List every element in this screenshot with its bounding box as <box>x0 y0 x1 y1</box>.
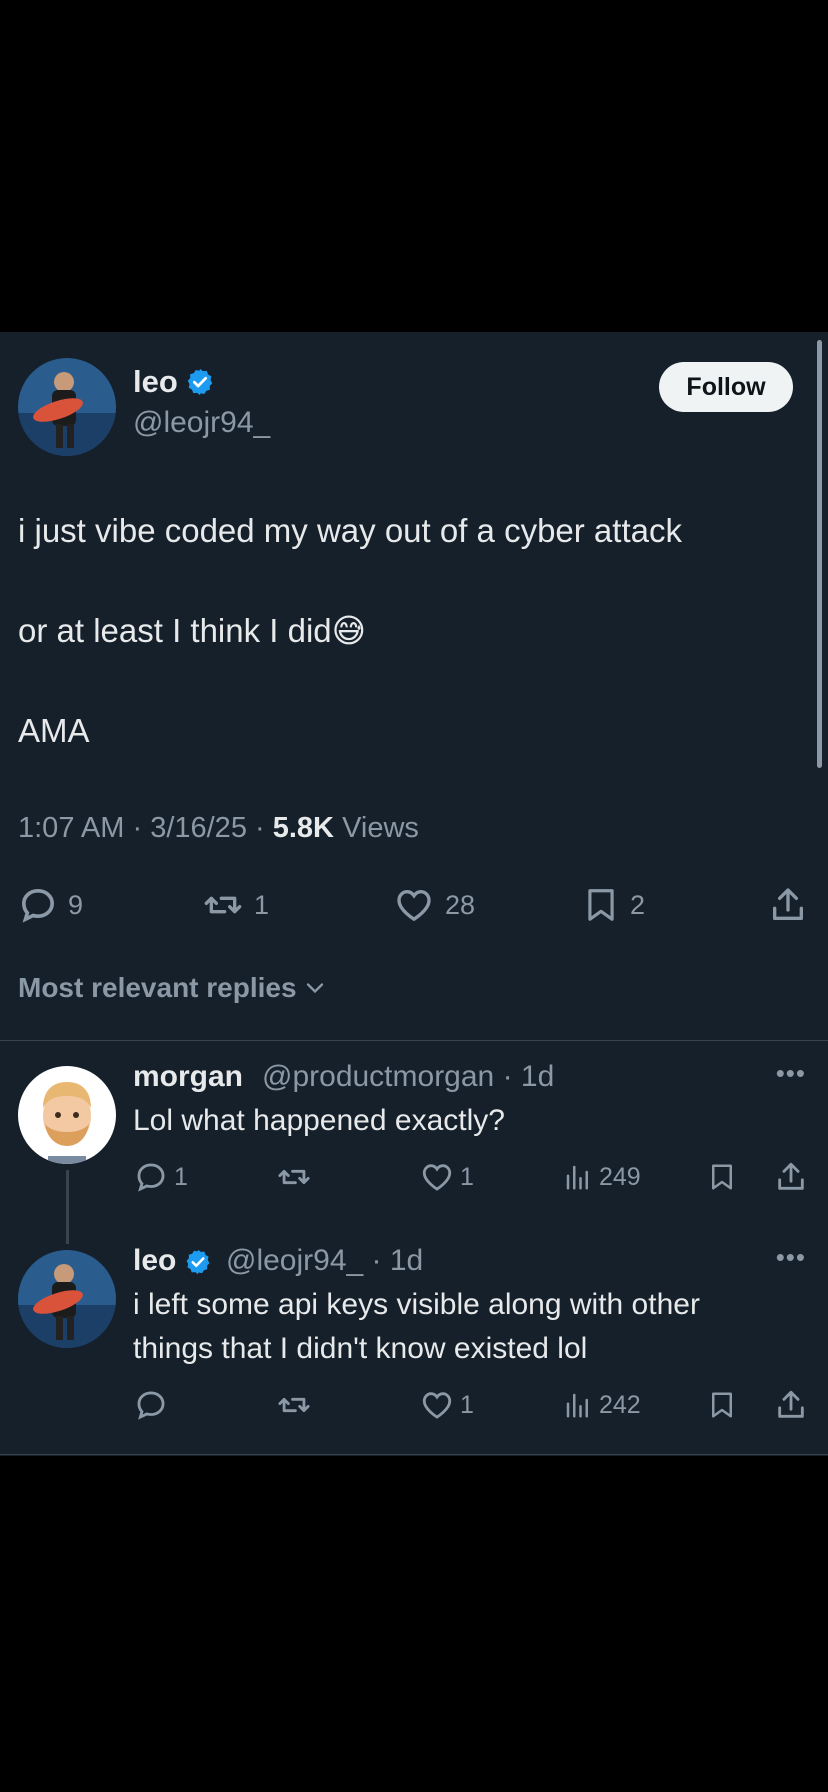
reply-like-action[interactable]: 1 <box>420 1160 474 1194</box>
reply-age: 1d <box>389 1244 424 1277</box>
tweet-detail-panel: leo @leojr94_ Follow i just vibe coded m… <box>0 332 828 1456</box>
tweet-time[interactable]: 1:07 AM <box>18 812 124 844</box>
repost-icon <box>204 896 242 914</box>
bookmark-action[interactable]: 2 <box>582 885 645 925</box>
reply-handle-line: @productmorgan · 1d <box>262 1060 555 1093</box>
like-icon <box>422 1392 452 1419</box>
tweet-text-line-1: i just vibe coded my way out of a cyber … <box>18 512 682 549</box>
reply-text-line-2: things that I didn't know existed lol <box>133 1332 588 1365</box>
repost-count: 1 <box>254 889 270 920</box>
author-avatar[interactable] <box>18 358 116 456</box>
reply-name[interactable]: leo <box>133 1244 176 1278</box>
reply-count: 9 <box>68 889 84 920</box>
reply-action[interactable]: 9 <box>18 885 83 925</box>
share-icon <box>778 1162 804 1190</box>
follow-button[interactable]: Follow <box>659 362 793 412</box>
share-icon <box>773 888 803 920</box>
verified-badge-icon <box>187 368 213 396</box>
bookmark-icon <box>588 889 614 921</box>
thread-connector <box>66 1170 69 1244</box>
chevron-down-icon <box>306 983 323 994</box>
reply-handle-line: @leojr94_ · 1d <box>226 1244 424 1277</box>
reply-bookmark-action[interactable] <box>707 1160 737 1194</box>
reply-like-count: 1 <box>460 1162 474 1191</box>
divider <box>0 1454 828 1455</box>
tweet-meta: 1:07 AM · 3/16/25 · 5.8K Views <box>18 812 419 844</box>
sweat-smile-emoji: 😅 <box>331 612 367 649</box>
repost-icon <box>278 1169 310 1185</box>
reply-age: 1d <box>520 1060 555 1093</box>
reply-repost-action[interactable] <box>276 1388 312 1422</box>
verified-badge-icon <box>186 1249 210 1275</box>
reply-name[interactable]: morgan <box>133 1060 243 1094</box>
reply-repost-action[interactable] <box>276 1160 312 1194</box>
reply-like-action[interactable]: 1 <box>420 1388 474 1422</box>
reply-share-action[interactable] <box>774 1388 808 1422</box>
reply-reply-count: 1 <box>174 1162 188 1191</box>
reply-handle[interactable]: @leojr94_ <box>226 1244 363 1277</box>
reply-views-action[interactable]: 242 <box>563 1388 641 1422</box>
reply-views-action[interactable]: 249 <box>563 1160 641 1194</box>
like-action[interactable]: 28 <box>393 885 475 925</box>
like-icon <box>422 1164 452 1191</box>
bookmark-icon <box>712 1164 732 1190</box>
author-handle[interactable]: @leojr94_ <box>133 406 270 440</box>
repost-icon <box>278 1397 310 1413</box>
reply-avatar-leo[interactable] <box>18 1250 116 1348</box>
reply-avatar-morgan[interactable] <box>18 1066 116 1164</box>
views-count[interactable]: 5.8K <box>273 812 334 844</box>
reply-text-line-1: i left some api keys visible along with … <box>133 1288 700 1321</box>
reply-icon <box>21 888 55 923</box>
views-icon <box>566 1165 588 1190</box>
tweet-text-line-2: or at least I think I did😅 <box>18 611 366 650</box>
sort-label: Most relevant replies <box>18 972 297 1003</box>
bookmark-icon <box>712 1392 732 1418</box>
divider <box>0 1040 828 1041</box>
reply-like-count: 1 <box>460 1390 474 1419</box>
scrollbar[interactable] <box>817 340 822 768</box>
share-icon <box>778 1390 804 1418</box>
author-name[interactable]: leo <box>133 364 178 400</box>
more-icon[interactable]: ••• <box>776 1242 806 1273</box>
tweet-date[interactable]: 3/16/25 <box>150 812 247 844</box>
bookmark-count: 2 <box>630 889 646 920</box>
tweet-text-line-2-text: or at least I think I did <box>18 612 332 649</box>
like-icon <box>397 889 431 922</box>
reply-views-count: 249 <box>599 1162 641 1191</box>
share-action[interactable] <box>768 885 808 925</box>
reply-handle[interactable]: @productmorgan <box>262 1060 494 1093</box>
views-label: Views <box>342 812 419 844</box>
reply-icon <box>137 1163 165 1192</box>
tweet-text-line-3: AMA <box>18 712 90 749</box>
reply-views-count: 242 <box>599 1390 641 1419</box>
reply-reply-action[interactable] <box>134 1388 168 1422</box>
views-icon <box>566 1393 588 1418</box>
reply-share-action[interactable] <box>774 1160 808 1194</box>
like-count: 28 <box>445 889 476 920</box>
reply-icon <box>137 1391 165 1420</box>
more-icon[interactable]: ••• <box>776 1058 806 1089</box>
sort-replies-dropdown[interactable]: Most relevant replies <box>18 972 329 1004</box>
reply-bookmark-action[interactable] <box>707 1388 737 1422</box>
reply-text: Lol what happened exactly? <box>133 1104 505 1137</box>
repost-action[interactable]: 1 <box>202 885 269 925</box>
reply-reply-action[interactable]: 1 <box>134 1160 188 1194</box>
